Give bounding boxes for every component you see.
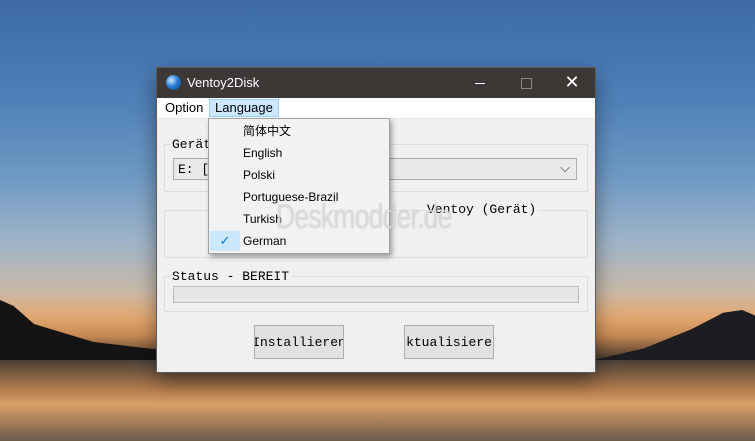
install-button[interactable]: Installieren [254, 325, 344, 359]
maximize-button[interactable] [503, 68, 549, 98]
language-item-polski[interactable]: Polski [210, 164, 388, 186]
ventoy-group-label: Ventoy (Gerät) [425, 202, 539, 217]
update-button[interactable]: ktualisiere [404, 325, 494, 359]
checkmark-icon: ✓ [210, 231, 240, 251]
menu-language[interactable]: Language [209, 99, 279, 117]
maximize-icon [520, 77, 532, 89]
chevron-down-icon: ⌵ [560, 161, 570, 176]
language-item-turkish[interactable]: Turkish [210, 208, 388, 230]
minimize-icon [475, 82, 485, 84]
window-title: Ventoy2Disk [187, 75, 260, 90]
language-item-portuguese-brazil[interactable]: Portuguese-Brazil [210, 186, 388, 208]
language-item-label: Portuguese-Brazil [243, 190, 339, 204]
status-label: Status - BEREIT [170, 269, 292, 284]
close-button[interactable]: ✕ [549, 68, 595, 98]
language-item-label: German [243, 234, 287, 248]
title-bar[interactable]: Ventoy2Disk ✕ [157, 68, 595, 98]
language-item-label: Turkish [243, 212, 282, 226]
language-item-german[interactable]: ✓ German [210, 230, 388, 252]
language-dropdown-menu: 简体中文 English Polski Portuguese-Brazil Tu… [208, 118, 390, 254]
device-select-value: E: [ [178, 162, 210, 177]
device-group-label: Gerät [170, 137, 214, 152]
language-item-chinese[interactable]: 简体中文 [210, 120, 388, 142]
close-icon: ✕ [564, 72, 580, 93]
language-item-english[interactable]: English [210, 142, 388, 164]
language-item-label: 简体中文 [243, 124, 292, 138]
wallpaper-lake [0, 360, 755, 441]
menu-bar: Option Language [157, 98, 595, 119]
language-item-label: English [243, 146, 283, 160]
language-item-label: Polski [243, 168, 276, 182]
ventoy-app-icon [166, 75, 181, 90]
minimize-button[interactable] [457, 68, 503, 98]
menu-option[interactable]: Option [160, 99, 208, 117]
progress-bar [173, 286, 579, 303]
